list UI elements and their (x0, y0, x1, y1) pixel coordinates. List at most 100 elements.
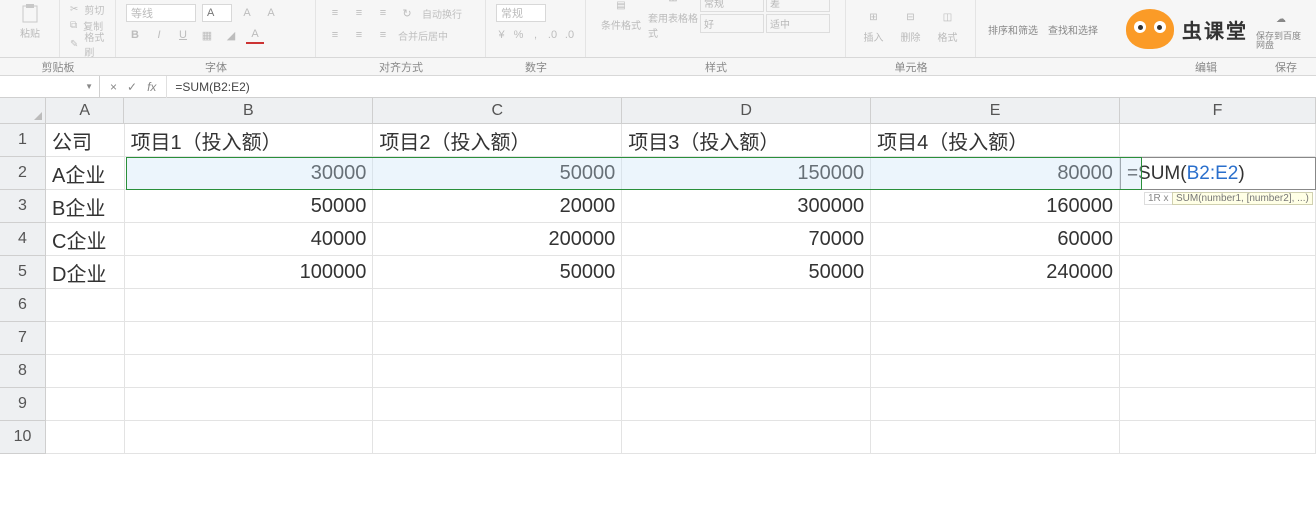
find-select-button[interactable]: 查找和选择 (1048, 22, 1098, 37)
cell[interactable]: A企业 (46, 157, 125, 190)
cell-format-button[interactable]: ◫ 格式 (930, 6, 965, 44)
orientation-icon[interactable]: ↻ (398, 4, 416, 22)
col-header-A[interactable]: A (46, 98, 124, 124)
cell[interactable] (373, 322, 622, 355)
cell[interactable] (46, 322, 125, 355)
style-bad[interactable]: 差 (766, 0, 830, 12)
cell[interactable]: 项目4（投入额） (871, 124, 1120, 157)
underline-button[interactable]: U (174, 26, 192, 44)
col-header-E[interactable]: E (871, 98, 1120, 124)
name-box[interactable]: ▼ (0, 76, 100, 98)
cell[interactable] (1120, 289, 1316, 322)
row-header[interactable]: 7 (0, 322, 46, 355)
row-headers[interactable]: 1 2 3 4 5 6 7 8 9 10 (0, 124, 46, 454)
cell[interactable]: 项目1（投入额） (125, 124, 374, 157)
col-header-F[interactable]: F (1120, 98, 1316, 124)
cell[interactable] (125, 388, 374, 421)
cell[interactable]: C企业 (46, 223, 125, 256)
cell[interactable] (1120, 388, 1316, 421)
align-right-icon[interactable]: ≡ (374, 26, 392, 44)
delete-cells-button[interactable]: ⊟ 删除 (893, 6, 928, 44)
cell[interactable]: B企业 (46, 190, 125, 223)
chevron-down-icon[interactable]: ▼ (85, 82, 93, 91)
cell[interactable]: 项目2（投入额） (373, 124, 622, 157)
merge-center-button[interactable]: 合并后居中 (398, 28, 448, 43)
worksheet[interactable]: A B C D E F 1 2 3 4 5 6 7 8 9 10 公司 项目1（… (0, 98, 1316, 524)
select-all-button[interactable] (0, 98, 46, 124)
cell[interactable] (46, 388, 125, 421)
cell[interactable]: 30000 (125, 157, 374, 190)
sort-filter-button[interactable]: 排序和筛选 (988, 22, 1038, 37)
cell[interactable]: 项目3（投入额） (622, 124, 871, 157)
cell[interactable] (871, 322, 1120, 355)
cell[interactable] (373, 289, 622, 322)
cell[interactable]: 240000 (871, 256, 1120, 289)
cell[interactable]: 50000 (622, 256, 871, 289)
formula-input[interactable]: =SUM(B2:E2) (167, 80, 1316, 94)
cell[interactable] (622, 355, 871, 388)
row-header[interactable]: 8 (0, 355, 46, 388)
style-normal[interactable]: 常规 (700, 0, 764, 12)
row-header[interactable]: 5 (0, 256, 46, 289)
fill-color-icon[interactable]: ◢ (222, 26, 240, 44)
fx-icon[interactable]: fx (147, 80, 156, 94)
cell[interactable]: 70000 (622, 223, 871, 256)
currency-icon[interactable]: ¥ (496, 26, 507, 44)
cell[interactable] (46, 289, 125, 322)
table-format-button[interactable]: ▦ 套用表格格式 (648, 0, 698, 40)
cell[interactable]: 160000 (871, 190, 1120, 223)
cell[interactable]: 200000 (373, 223, 622, 256)
cell[interactable] (1120, 355, 1316, 388)
row-header[interactable]: 6 (0, 289, 46, 322)
cell[interactable]: 50000 (373, 256, 622, 289)
italic-button[interactable]: I (150, 26, 168, 44)
cell[interactable] (373, 421, 622, 454)
paste-button[interactable]: 粘贴 (10, 2, 50, 40)
cell[interactable]: 300000 (622, 190, 871, 223)
row-header[interactable]: 4 (0, 223, 46, 256)
wrap-text-button[interactable]: 自动换行 (422, 6, 462, 21)
cell[interactable] (871, 355, 1120, 388)
insert-cells-button[interactable]: ⊞ 插入 (856, 6, 891, 44)
dec-decimal-icon[interactable]: .0 (564, 26, 575, 44)
align-bottom-icon[interactable]: ≡ (374, 4, 392, 22)
cell[interactable] (373, 388, 622, 421)
borders-icon[interactable]: ▦ (198, 26, 216, 44)
cell[interactable] (1120, 223, 1316, 256)
cell[interactable]: 20000 (373, 190, 622, 223)
cell[interactable] (46, 355, 125, 388)
cell[interactable]: 公司 (46, 124, 125, 157)
cell[interactable] (871, 421, 1120, 454)
col-header-B[interactable]: B (124, 98, 373, 124)
active-cell-F2[interactable]: =SUM(B2:E2) (1120, 157, 1316, 190)
cell[interactable] (622, 388, 871, 421)
row-header[interactable]: 3 (0, 190, 46, 223)
font-family[interactable] (126, 4, 196, 22)
inc-decimal-icon[interactable]: .0 (547, 26, 558, 44)
cell[interactable]: 50000 (373, 157, 622, 190)
cell[interactable] (622, 421, 871, 454)
cell[interactable]: 80000 (871, 157, 1120, 190)
col-header-C[interactable]: C (373, 98, 622, 124)
cell[interactable] (871, 289, 1120, 322)
row-header[interactable]: 2 (0, 157, 46, 190)
formula-cancel-icon[interactable]: × (110, 80, 117, 94)
cell[interactable] (1120, 256, 1316, 289)
formula-accept-icon[interactable]: ✓ (127, 80, 137, 94)
align-top-icon[interactable]: ≡ (326, 4, 344, 22)
font-color-icon[interactable]: A (246, 26, 264, 44)
style-good[interactable]: 好 (700, 14, 764, 33)
align-middle-icon[interactable]: ≡ (350, 4, 368, 22)
row-header[interactable]: 1 (0, 124, 46, 157)
cell[interactable] (373, 355, 622, 388)
decrease-font-icon[interactable]: A (262, 4, 280, 22)
cell[interactable]: 150000 (622, 157, 871, 190)
cell[interactable] (871, 388, 1120, 421)
cell[interactable] (125, 322, 374, 355)
cond-format-button[interactable]: ▤ 条件格式 (596, 0, 646, 32)
percent-icon[interactable]: % (513, 26, 524, 44)
cell[interactable]: 50000 (125, 190, 374, 223)
comma-icon[interactable]: , (530, 26, 541, 44)
cell[interactable] (1120, 322, 1316, 355)
cell[interactable]: 100000 (125, 256, 374, 289)
